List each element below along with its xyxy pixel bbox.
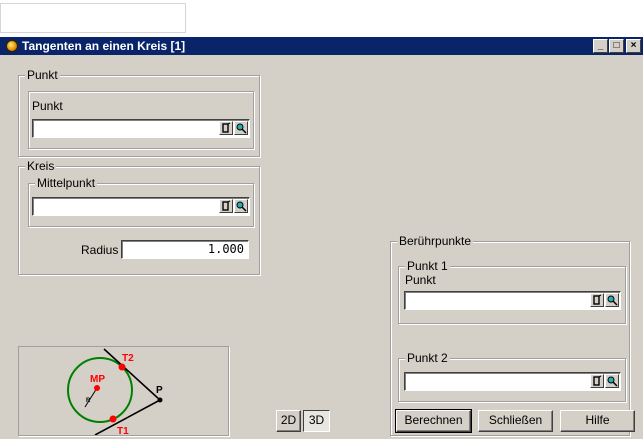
punkt2-field[interactable]	[404, 372, 621, 391]
dialog-window: Tangenten an einen Kreis [1] _ □ × Punkt…	[0, 36, 643, 439]
toggle-3d-button[interactable]: 3D	[303, 410, 330, 432]
point-t1	[109, 415, 117, 423]
beruehrpunkte-groupbox: Berührpunkte Punkt 1 Punkt Punkt 2	[390, 234, 630, 436]
pick-from-model-icon[interactable]	[234, 121, 248, 135]
select-point-icon[interactable]	[219, 121, 233, 135]
minimize-button[interactable]: _	[593, 39, 608, 53]
pick-from-model-icon[interactable]	[605, 293, 619, 307]
calculate-button[interactable]: Berechnen	[395, 409, 472, 433]
label-t1: T1	[117, 426, 129, 436]
select-point-icon[interactable]	[590, 293, 604, 307]
tangent-diagram: T2 T1 MP P R	[18, 346, 229, 436]
punkt2-box: Punkt 2	[398, 351, 626, 402]
window-title: Tangenten an einen Kreis [1]	[22, 39, 186, 53]
point-p	[157, 397, 163, 403]
kreis-groupbox: Kreis Mittelpunkt Radius 1.000	[18, 159, 260, 275]
top-blank-input[interactable]	[0, 3, 186, 33]
radius-label: Radius	[81, 243, 119, 257]
punkt-groupbox: Punkt Punkt	[18, 68, 260, 157]
pick-from-model-icon[interactable]	[605, 374, 619, 388]
maximize-button[interactable]: □	[609, 39, 624, 53]
label-mp: MP	[90, 374, 105, 385]
radius-input[interactable]: 1.000	[121, 240, 249, 259]
punkt-field[interactable]	[32, 119, 250, 138]
punkt-inner-box: Punkt	[28, 91, 254, 149]
punkt1-box: Punkt 1 Punkt	[398, 259, 626, 324]
title-bar: Tangenten an einen Kreis [1] _ □ ×	[0, 37, 643, 55]
help-button[interactable]: Hilfe	[560, 410, 635, 432]
close-window-button[interactable]: ×	[626, 39, 641, 53]
punkt1-field[interactable]	[404, 291, 621, 310]
label-r: R	[86, 398, 91, 404]
pick-from-model-icon[interactable]	[234, 199, 248, 213]
mittelpunkt-label: Mittelpunkt	[35, 176, 98, 190]
select-point-icon[interactable]	[590, 374, 604, 388]
point-t2	[118, 363, 126, 371]
tangent-diagram-svg: T2 T1 MP P R	[67, 348, 163, 436]
punkt-field-label: Punkt	[32, 99, 63, 113]
kreis-group-label: Kreis	[25, 159, 57, 173]
punkt2-label: Punkt 2	[405, 351, 450, 365]
toggle-2d-button[interactable]: 2D	[276, 410, 301, 432]
close-button[interactable]: Schließen	[478, 410, 553, 432]
app-icon	[6, 40, 18, 52]
point-mp	[94, 385, 100, 391]
select-point-icon[interactable]	[219, 199, 233, 213]
mittelpunkt-box: Mittelpunkt	[28, 176, 254, 227]
punkt1-label: Punkt 1	[405, 259, 450, 273]
punkt-group-label: Punkt	[25, 68, 60, 82]
beruehrpunkte-group-label: Berührpunkte	[397, 234, 474, 248]
label-p: P	[156, 385, 163, 396]
label-t2: T2	[122, 353, 134, 364]
punkt1-field-label: Punkt	[405, 273, 436, 287]
mittelpunkt-field[interactable]	[32, 197, 250, 216]
